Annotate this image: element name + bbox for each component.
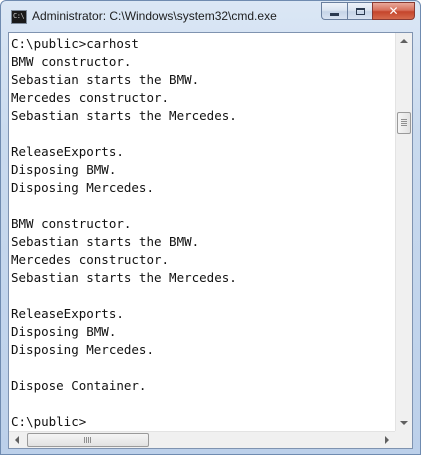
console-line: Disposing BMW.: [11, 162, 117, 177]
scroll-left-icon[interactable]: [15, 436, 19, 444]
scroll-right-icon[interactable]: [385, 436, 389, 444]
console-area[interactable]: C:\public>carhost BMW constructor. Sebasti…: [8, 32, 413, 449]
window-title: Administrator: C:\Windows\system32\cmd.e…: [32, 9, 277, 23]
console-line: C:\public>: [11, 414, 87, 429]
console-line: Sebastian starts the BMW.: [11, 234, 200, 249]
console-line: Sebastian starts the BMW.: [11, 72, 200, 87]
console-line: Disposing Mercedes.: [11, 342, 154, 357]
vertical-scroll-thumb[interactable]: [397, 112, 411, 134]
console-output[interactable]: C:\public>carhost BMW constructor. Sebasti…: [11, 35, 395, 429]
title-bar[interactable]: C:\ Administrator: C:\Windows\system32\c…: [1, 1, 420, 32]
console-line: Sebastian starts the Mercedes.: [11, 270, 237, 285]
console-line: Disposing BMW.: [11, 324, 117, 339]
cmd-icon-label: C:\: [13, 12, 25, 20]
console-line: Disposing Mercedes.: [11, 180, 154, 195]
close-button[interactable]: ✕: [372, 2, 415, 20]
caption-buttons: ✕: [321, 2, 415, 21]
maximize-icon: [355, 7, 365, 15]
minimize-button[interactable]: [321, 2, 347, 20]
minimize-icon: [330, 12, 339, 16]
grip-icon: [401, 119, 407, 126]
grip-icon: [84, 437, 91, 443]
scrollbar-corner: [395, 431, 412, 448]
horizontal-scrollbar[interactable]: [9, 431, 395, 448]
console-line: Mercedes constructor.: [11, 252, 170, 267]
cmd-icon[interactable]: C:\: [11, 10, 27, 24]
horizontal-scroll-thumb[interactable]: [27, 433, 149, 447]
console-line: BMW constructor.: [11, 54, 132, 69]
console-line: Mercedes constructor.: [11, 90, 170, 105]
close-icon: ✕: [388, 4, 399, 18]
console-line: ReleaseExports.: [11, 144, 124, 159]
maximize-button[interactable]: [347, 2, 372, 20]
cmd-window: C:\ Administrator: C:\Windows\system32\c…: [0, 0, 421, 455]
console-line: ReleaseExports.: [11, 306, 124, 321]
console-line: C:\public>carhost: [11, 36, 139, 51]
console-line: BMW constructor.: [11, 216, 132, 231]
scroll-up-icon[interactable]: [400, 39, 408, 43]
console-line: Sebastian starts the Mercedes.: [11, 108, 237, 123]
scroll-down-icon[interactable]: [400, 421, 408, 425]
console-line: Dispose Container.: [11, 378, 147, 393]
vertical-scrollbar[interactable]: [395, 33, 412, 431]
